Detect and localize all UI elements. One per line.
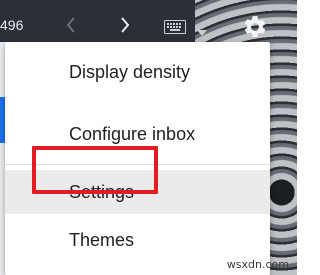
chevron-down-icon [197, 30, 207, 36]
menu-item-themes[interactable]: Themes [5, 218, 270, 262]
menu-item-display-density[interactable]: Display density [5, 50, 270, 94]
menu-item-label: Display density [69, 61, 191, 82]
menu-item-label: Configure inbox [69, 123, 196, 144]
message-count: 496 [0, 17, 24, 33]
input-tools-dropdown[interactable] [197, 24, 207, 36]
gear-icon [244, 16, 266, 37]
chevron-left-icon [66, 17, 75, 33]
older-button[interactable] [62, 13, 80, 37]
watermark: wsxdn.com [226, 258, 289, 271]
highlight-annotation-box [32, 146, 158, 194]
keyboard-icon [164, 20, 186, 34]
newer-button[interactable] [116, 13, 134, 37]
input-tools-button[interactable] [164, 20, 186, 34]
chevron-right-icon [121, 17, 130, 33]
menu-item-label: Themes [69, 229, 135, 250]
